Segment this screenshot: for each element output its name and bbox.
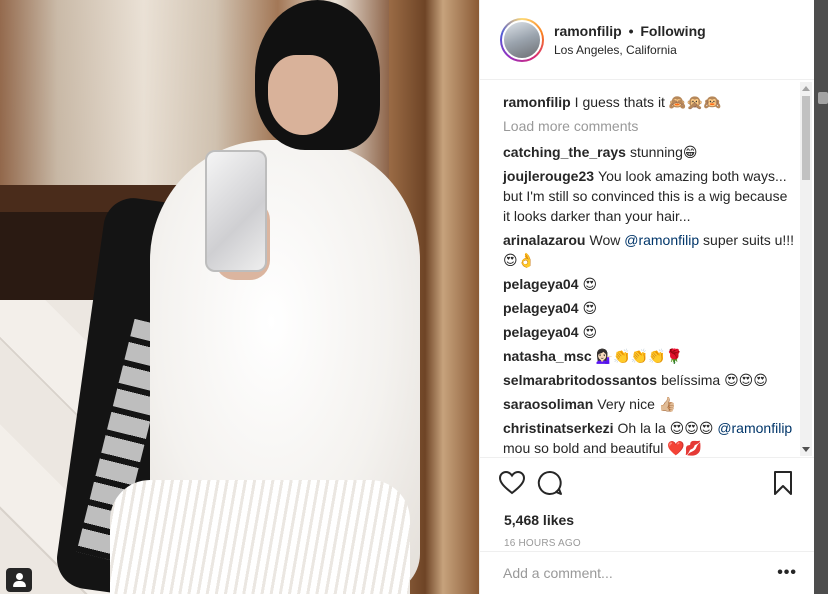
bookmark-icon[interactable] xyxy=(769,469,797,497)
separator-dot: • xyxy=(628,22,634,39)
scrollbar-thumb[interactable] xyxy=(802,96,810,180)
comment-bubble-icon[interactable] xyxy=(536,469,564,497)
list-item: catching_the_rays stunning😁 xyxy=(503,142,797,162)
caption-username[interactable]: ramonfilip xyxy=(503,94,571,110)
scroll-down-arrow-icon[interactable] xyxy=(802,447,810,452)
post-header: ramonfilip • Following Los Angeles, Cali… xyxy=(480,0,815,80)
list-item: pelageya04 😍 xyxy=(503,322,797,342)
comment-text: Oh la la 😍😍😍 xyxy=(617,420,714,436)
post-timestamp[interactable]: 16 HOURS AGO xyxy=(504,538,797,549)
list-item: pelageya04 😍 xyxy=(503,298,797,318)
comment-text: stunning😁 xyxy=(629,144,698,160)
comments-scrollbar[interactable] xyxy=(800,82,812,456)
heart-icon[interactable] xyxy=(498,469,526,497)
photo-phone xyxy=(205,150,267,272)
post-actions: 5,468 likes 16 HOURS AGO xyxy=(480,457,815,549)
comment-username[interactable]: christinatserkezi xyxy=(503,420,614,436)
add-comment-section: ••• xyxy=(480,551,815,594)
comment-username[interactable]: pelageya04 xyxy=(503,300,579,316)
background-overlay-strip xyxy=(814,0,828,594)
comment-text: 😍 xyxy=(582,300,598,316)
list-item: joujlerouge23 You look amazing both ways.… xyxy=(503,166,797,226)
list-item: saraosoliman Very nice 👍🏼 xyxy=(503,394,797,414)
comment-text: 😍 xyxy=(582,276,598,292)
post-details-panel: ramonfilip • Following Los Angeles, Cali… xyxy=(479,0,815,594)
scroll-up-arrow-icon[interactable] xyxy=(802,86,810,91)
caption-text: I guess thats it 🙈🙊🙉 xyxy=(574,94,722,110)
comment-text: Wow xyxy=(589,232,621,248)
comment-username[interactable]: arinalazarou xyxy=(503,232,585,248)
comment-username[interactable]: saraosoliman xyxy=(503,396,593,412)
comment-text: 😍 xyxy=(582,324,598,340)
post-photo[interactable] xyxy=(0,0,479,594)
user-tag-icon[interactable] xyxy=(6,568,32,592)
mention-link[interactable]: @ramonfilip xyxy=(717,420,792,436)
photo-feather-hem xyxy=(110,480,410,594)
list-item: christinatserkezi Oh la la 😍😍😍 @ramonfili… xyxy=(503,418,797,457)
list-item: pelageya04 😍 xyxy=(503,274,797,294)
comment-username[interactable]: natasha_msc xyxy=(503,348,592,364)
comment-username[interactable]: pelageya04 xyxy=(503,324,579,340)
following-button[interactable]: Following xyxy=(640,23,705,39)
load-more-comments-button[interactable]: Load more comments xyxy=(503,116,797,136)
photo-face xyxy=(268,55,338,135)
username-link[interactable]: ramonfilip xyxy=(554,23,622,39)
comment-text: Very nice 👍🏼 xyxy=(597,396,677,412)
comment-username[interactable]: joujlerouge23 xyxy=(503,168,594,184)
comment-text: 💁🏻‍♀️👏👏👏🌹 xyxy=(595,348,683,364)
location-link[interactable]: Los Angeles, California xyxy=(554,43,706,57)
comment-username[interactable]: pelageya04 xyxy=(503,276,579,292)
list-item: selmarabritodossantos belíssima 😍😍😍 xyxy=(503,370,797,390)
likes-count[interactable]: 5,468 likes xyxy=(504,512,797,528)
comment-text: mou so bold and beautiful ❤️💋 xyxy=(503,440,703,456)
comment-text: belíssima 😍😍😍 xyxy=(661,372,768,388)
avatar[interactable] xyxy=(500,17,544,62)
comment-username[interactable]: selmarabritodossantos xyxy=(503,372,657,388)
comment-input[interactable] xyxy=(503,565,778,581)
mention-link[interactable]: @ramonfilip xyxy=(624,232,699,248)
list-item: natasha_msc 💁🏻‍♀️👏👏👏🌹 xyxy=(503,346,797,366)
list-item: arinalazarou Wow @ramonfilip super suits … xyxy=(503,230,797,270)
comments-list[interactable]: ramonfilip I guess thats it 🙈🙊🙉 Load more… xyxy=(480,80,815,457)
caption: ramonfilip I guess thats it 🙈🙊🙉 xyxy=(503,92,797,112)
more-options-button[interactable]: ••• xyxy=(777,564,797,582)
background-fragment xyxy=(818,92,828,104)
comment-username[interactable]: catching_the_rays xyxy=(503,144,626,160)
